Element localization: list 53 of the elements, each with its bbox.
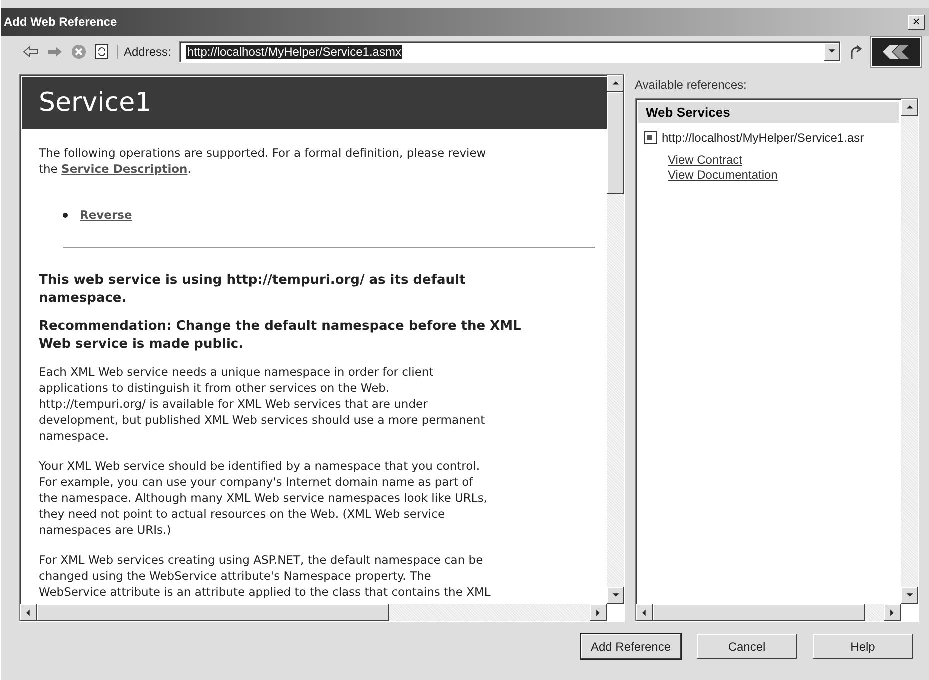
scroll-arrow-button[interactable] — [20, 604, 37, 621]
dialog-button[interactable]: Cancel — [697, 634, 797, 659]
vertical-scrollbar[interactable] — [901, 99, 918, 604]
page-heading: Service1 — [39, 88, 152, 118]
note-heading: This web service is using http://tempuri.org/ as its default namespace. — [39, 272, 467, 308]
service-file-icon — [644, 131, 658, 145]
scroll-arrow-button[interactable] — [901, 99, 918, 116]
triangle-icon — [906, 592, 914, 600]
back-icon[interactable] — [23, 46, 39, 58]
stop-icon[interactable] — [71, 44, 87, 60]
scroll-arrow-button[interactable] — [607, 587, 624, 604]
references-label: Available references: — [635, 77, 748, 92]
scroll-thumb[interactable] — [653, 604, 865, 621]
scroll-arrow-button[interactable] — [636, 604, 653, 621]
scroll-arrow-button[interactable] — [590, 604, 607, 621]
triangle-icon — [594, 608, 602, 616]
triangle-icon — [612, 80, 620, 88]
vertical-scrollbar[interactable] — [607, 75, 624, 604]
scroll-arrow-button[interactable] — [901, 587, 918, 604]
close-button[interactable]: × — [908, 14, 925, 30]
horizontal-scrollbar[interactable] — [20, 604, 607, 621]
body-paragraph: Your XML Web service should be identified by a namespace that you control. For example, you can use your company's Internet domain name as part of the namespace. Although many XML Web service namespaces look like URLs, they need not point to actual resources on the Web. (XML Web service namespaces are URIs.) — [39, 458, 488, 538]
triangle-icon — [888, 608, 896, 616]
triangle-icon — [612, 592, 620, 600]
go-icon[interactable] — [849, 44, 863, 60]
forward-icon[interactable] — [47, 46, 63, 58]
address-label: Address: — [117, 45, 172, 59]
dropdown-button[interactable] — [824, 43, 840, 61]
service-description-link[interactable]: Service Description — [62, 162, 188, 176]
dialog-button[interactable]: Add Reference — [581, 634, 681, 659]
intro-text: The following operations are supported. For a formal definition, please review the Service Description. — [39, 145, 488, 177]
triangle-icon — [640, 608, 648, 616]
triangle-icon — [24, 608, 32, 616]
scroll-thumb[interactable] — [607, 92, 624, 194]
scroll-arrow-button[interactable] — [884, 604, 901, 621]
operation-link[interactable]: Reverse — [80, 207, 132, 223]
dialog-button[interactable]: Help — [813, 634, 913, 659]
horizontal-scrollbar[interactable] — [636, 604, 901, 621]
refresh-icon[interactable] — [95, 44, 109, 60]
scroll-arrow-button[interactable] — [607, 75, 624, 92]
scroll-thumb[interactable] — [37, 604, 389, 621]
reference-link[interactable]: View Contract — [668, 153, 901, 168]
group-header: Web Services — [638, 102, 899, 123]
window-title: Add Web Reference — [4, 15, 118, 29]
note-heading: Recommendation: Change the default namespace before the XML Web service is made public. — [39, 318, 522, 354]
reference-link[interactable]: View Documentation — [668, 168, 901, 183]
body-paragraph: Each XML Web service needs a unique namespace in order for client applications to distinguish it from other services on the Web. http://tempuri.org/ is available for XML Web services that are under development, but published XML Web services should use a more permanent namespace. — [39, 364, 486, 444]
address-field[interactable]: http://localhost/MyHelper/Service1.asmx — [179, 41, 841, 63]
triangle-icon — [906, 104, 914, 112]
logo-icon — [871, 37, 921, 67]
service-url[interactable]: http://localhost/MyHelper/Service1.asr — [662, 131, 864, 145]
bullet-icon — [63, 212, 68, 218]
body-paragraph: For XML Web services creating using ASP.NET, the default namespace can be changed using the WebService attribute's Namespace property. The WebService attribute is an attribute applied to the class that contains the XML — [39, 552, 492, 600]
